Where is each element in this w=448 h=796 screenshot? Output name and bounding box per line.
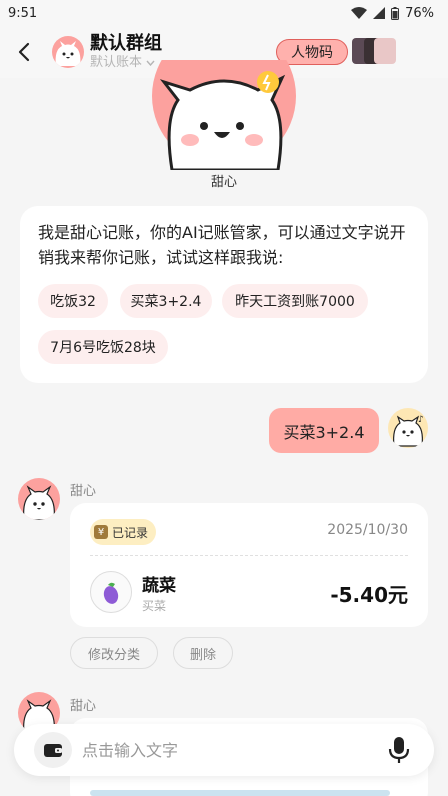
battery-icon xyxy=(391,6,400,20)
group-avatar[interactable] xyxy=(52,36,84,68)
delete-button[interactable]: 删除 xyxy=(173,637,233,669)
status-time: 9:51 xyxy=(8,5,38,21)
record-amount: -5.40元 xyxy=(330,583,408,607)
intro-text: 我是甜心记账，你的AI记账管家，可以通过文字说开销我来帮你记账，试试这样跟我说: xyxy=(38,223,406,267)
microphone-icon[interactable] xyxy=(386,736,412,764)
chevron-left-icon xyxy=(18,42,30,62)
input-bar xyxy=(14,724,434,776)
text-input[interactable] xyxy=(82,724,372,776)
suggestion-chip[interactable]: 吃饭32 xyxy=(38,284,108,318)
category-icon xyxy=(90,571,132,613)
record-note: 买菜 xyxy=(142,599,167,613)
bot-avatar[interactable] xyxy=(18,478,60,520)
back-button[interactable] xyxy=(4,32,44,72)
user-message-bubble[interactable]: 买菜3+2.4 xyxy=(269,408,379,453)
ledger-name: 默认账本 xyxy=(90,55,143,70)
suggestion-chip[interactable]: 买菜3+2.4 xyxy=(120,284,212,318)
group-title[interactable]: 默认群组 xyxy=(90,33,162,55)
battery-level: 76% xyxy=(405,5,434,21)
divider xyxy=(90,555,408,556)
record-date: 2025/10/30 xyxy=(327,522,408,538)
bot-name: 甜心 xyxy=(70,699,97,714)
cat-mascot-icon xyxy=(55,41,81,66)
cat-mascot-icon xyxy=(23,485,55,520)
status-icons: 76% xyxy=(351,6,434,21)
character-illustration xyxy=(152,60,296,170)
wallet-button[interactable] xyxy=(34,732,72,768)
edit-category-button[interactable]: 修改分类 xyxy=(70,637,158,669)
bot-name: 甜心 xyxy=(70,484,97,499)
suggestion-chip[interactable]: 7月6号吃饭28块 xyxy=(38,330,168,364)
cat-mascot-icon: ♪ xyxy=(393,415,424,447)
category-name: 蔬菜 xyxy=(142,576,176,596)
character-name: 甜心 xyxy=(210,175,237,190)
suggestion-chip[interactable]: 昨天工资到账7000 xyxy=(222,284,368,318)
user-avatar[interactable]: ♪ xyxy=(388,408,428,448)
recorded-badge: ¥ 已记录 xyxy=(90,519,157,545)
eggplant-icon xyxy=(103,582,119,604)
member-avatar xyxy=(374,38,396,64)
member-avatars[interactable] xyxy=(352,38,396,66)
recorded-badge-label: 已记录 xyxy=(112,525,149,540)
wifi-icon xyxy=(351,7,368,19)
signal-icon xyxy=(373,7,386,19)
record-card[interactable]: ¥ 已记录 2025/10/30 蔬菜 买菜 -5.40元 xyxy=(70,503,428,627)
wallet-icon xyxy=(44,744,62,757)
home-indicator xyxy=(90,790,390,796)
yen-icon: ¥ xyxy=(94,525,108,539)
svg-text:♪: ♪ xyxy=(418,415,424,425)
intro-card: 我是甜心记账，你的AI记账管家，可以通过文字说开销我来帮你记账，试试这样跟我说:… xyxy=(20,206,428,383)
status-bar: 9:51 76% xyxy=(0,0,448,26)
